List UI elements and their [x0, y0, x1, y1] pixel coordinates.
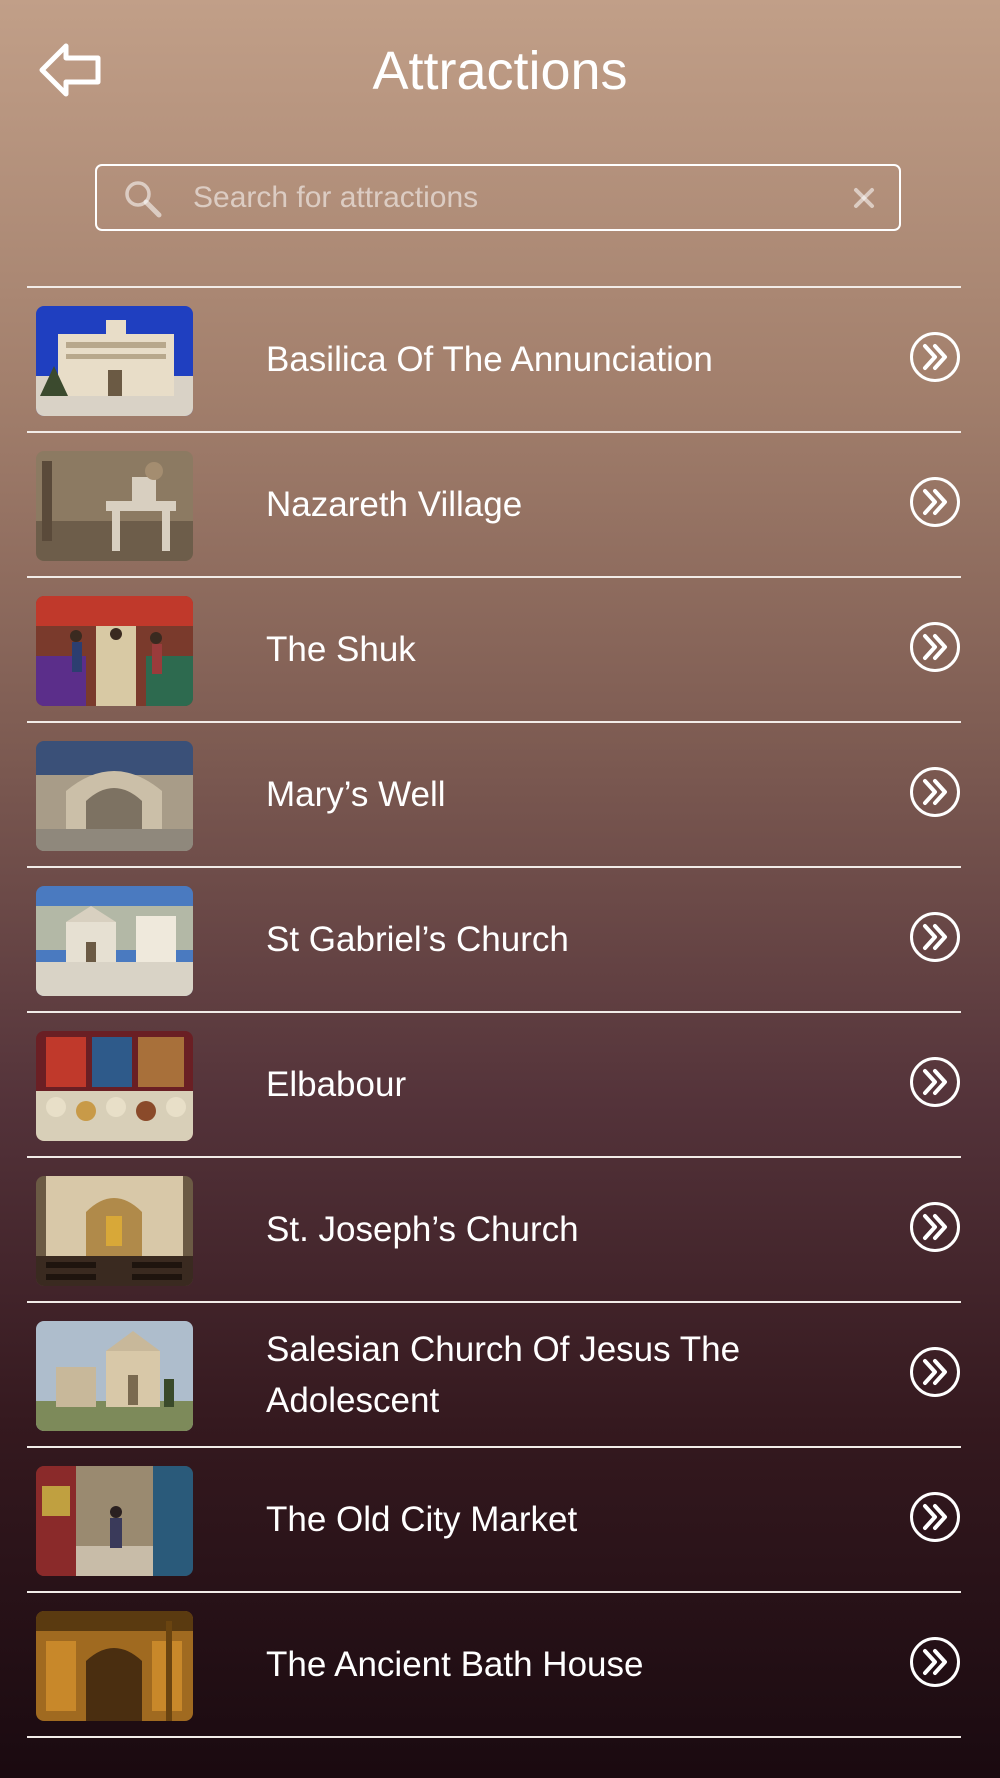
double-chevron-right-icon[interactable] — [909, 1346, 961, 1398]
search-bar — [95, 164, 901, 231]
attraction-name: Elbabour — [266, 1065, 407, 1104]
list-item[interactable]: Elbabour — [27, 1013, 961, 1156]
list-item[interactable]: St. Joseph’s Church — [27, 1158, 961, 1301]
thumbnail-image — [36, 596, 193, 706]
close-icon[interactable] — [849, 183, 879, 213]
thumbnail-image — [36, 741, 193, 851]
attraction-name: St Gabriel’s Church — [266, 920, 569, 959]
double-chevron-right-icon[interactable] — [909, 1201, 961, 1253]
double-chevron-right-icon[interactable] — [909, 621, 961, 673]
thumbnail-image — [36, 1611, 193, 1721]
search-icon — [125, 181, 162, 218]
double-chevron-right-icon[interactable] — [909, 1636, 961, 1688]
thumbnail-image — [36, 1466, 193, 1576]
attraction-name: Mary’s Well — [266, 775, 446, 814]
double-chevron-right-icon[interactable] — [909, 766, 961, 818]
list-item[interactable]: Mary’s Well — [27, 723, 961, 866]
list-item[interactable]: The Ancient Bath House — [27, 1593, 961, 1736]
attraction-name: Basilica Of The Annunciation — [266, 340, 713, 379]
page-title: Attractions — [372, 41, 628, 101]
list-item[interactable]: The Shuk — [27, 578, 961, 721]
list-item[interactable]: St Gabriel’s Church — [27, 868, 961, 1011]
attraction-name: Salesian Church Of Jesus The Adolescent — [266, 1329, 741, 1420]
header: Attractions — [0, 0, 1000, 140]
divider — [27, 1736, 961, 1738]
double-chevron-right-icon[interactable] — [909, 1056, 961, 1108]
double-chevron-right-icon[interactable] — [909, 1491, 961, 1543]
attraction-name: The Old City Market — [266, 1500, 578, 1539]
list-item[interactable]: The Old City Market — [27, 1448, 961, 1591]
attraction-name: The Shuk — [266, 630, 416, 669]
attraction-name: Nazareth Village — [266, 485, 523, 524]
search-input[interactable] — [193, 166, 813, 229]
double-chevron-right-icon[interactable] — [909, 911, 961, 963]
list-item[interactable]: Basilica Of The Annunciation — [27, 288, 961, 431]
thumbnail-image — [36, 886, 193, 996]
thumbnail-image — [36, 1176, 193, 1286]
list-item[interactable]: Salesian Church Of Jesus The Adolescent — [27, 1303, 961, 1446]
attractions-list: Basilica Of The Annunciation Nazareth Vi… — [27, 286, 961, 1738]
attraction-name: The Ancient Bath House — [266, 1645, 644, 1684]
double-chevron-right-icon[interactable] — [909, 476, 961, 528]
list-item[interactable]: Nazareth Village — [27, 433, 961, 576]
double-chevron-right-icon[interactable] — [909, 331, 961, 383]
thumbnail-image — [36, 451, 193, 561]
thumbnail-image — [36, 1321, 193, 1431]
thumbnail-image — [36, 1031, 193, 1141]
thumbnail-image — [36, 306, 193, 416]
attraction-name: St. Joseph’s Church — [266, 1210, 579, 1249]
